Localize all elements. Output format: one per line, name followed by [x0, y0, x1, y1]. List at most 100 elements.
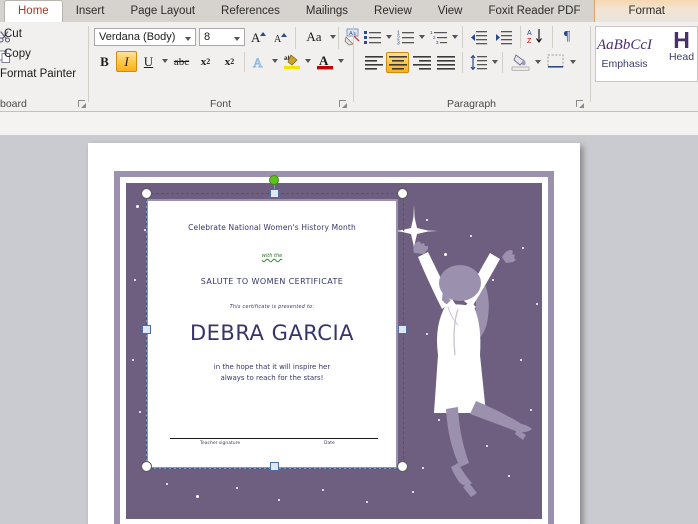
numbering-button[interactable]: 123: [395, 27, 417, 47]
ribbon-group-font: Verdana (Body) 8 A A Aa Aa B I U abc x 2…: [89, 22, 359, 112]
align-center-button[interactable]: [386, 52, 409, 73]
increase-indent-button[interactable]: [493, 27, 515, 47]
align-right-button[interactable]: [410, 52, 433, 73]
style-preview: H: [673, 27, 690, 53]
paragraph-dialog-launcher[interactable]: [576, 100, 585, 109]
tab-format[interactable]: Format: [593, 0, 698, 22]
style-name: Head: [668, 51, 695, 63]
justify-button[interactable]: [434, 52, 457, 73]
bullets-button[interactable]: [362, 27, 384, 47]
tab-home[interactable]: Home: [4, 0, 63, 23]
inline-separator: [462, 26, 463, 48]
superscript-button[interactable]: x2: [218, 51, 241, 72]
resize-handle-top-center[interactable]: [270, 189, 279, 198]
shading-button[interactable]: [509, 51, 532, 73]
chevron-down-icon: [570, 60, 576, 64]
woman-reaching-for-star-illustration: [384, 201, 534, 519]
chevron-down-icon: [338, 59, 344, 63]
subscript-button[interactable]: x2: [194, 51, 217, 72]
inline-separator: [462, 52, 463, 73]
resize-handle-top-left[interactable]: [141, 188, 152, 199]
document-canvas[interactable]: Celebrate National Women's History Month…: [0, 135, 698, 524]
format-painter-button[interactable]: Format Painter: [0, 68, 76, 80]
grow-font-button[interactable]: A: [249, 27, 270, 47]
tab-mailings[interactable]: Mailings: [293, 0, 361, 22]
font-size-combobox[interactable]: 8: [199, 28, 245, 46]
text-effects-button[interactable]: A: [248, 51, 270, 72]
chevron-down-icon: [272, 59, 278, 63]
multilevel-list-button[interactable]: 123: [428, 27, 450, 47]
style-name: Emphasis: [601, 58, 648, 70]
italic-button[interactable]: I: [116, 51, 137, 72]
chevron-down-icon: [234, 37, 240, 41]
cut-button[interactable]: Cut: [4, 28, 22, 40]
svg-text:A: A: [253, 55, 263, 70]
svg-text:3: 3: [397, 40, 400, 45]
selection-bounding-box: [146, 193, 404, 469]
underline-button[interactable]: U: [138, 51, 159, 72]
chevron-down-icon: [492, 60, 498, 64]
clipboard-dialog-launcher[interactable]: [78, 100, 87, 109]
bold-button[interactable]: B: [94, 51, 115, 72]
show-formatting-marks-button[interactable]: ¶: [557, 26, 577, 47]
chevron-down-icon: [386, 35, 392, 39]
ruler: 4 2 2 4 6 8 10 14: [0, 112, 698, 248]
svg-text:A: A: [274, 34, 282, 45]
text-highlight-color-button[interactable]: ab: [281, 50, 303, 72]
strikethrough-button[interactable]: abc: [170, 51, 193, 72]
resize-handle-bottom-left[interactable]: [141, 461, 152, 472]
ribbon: Cut Copy Format Painter board Verdana (B…: [0, 22, 698, 112]
borders-button[interactable]: [544, 51, 567, 73]
change-case-button[interactable]: Aa: [300, 27, 328, 47]
resize-handle-top-right[interactable]: [397, 188, 408, 199]
ribbon-group-paragraph: 123 123 A Z ¶ Paragraph: [354, 22, 589, 112]
style-item-heading[interactable]: H Head: [653, 27, 698, 81]
ribbon-tab-strip: Home Insert Page Layout References Maili…: [0, 0, 698, 23]
font-group-label: Font: [209, 98, 231, 110]
svg-text:3: 3: [436, 40, 439, 45]
shrink-font-button[interactable]: A: [271, 27, 292, 47]
resize-handle-middle-left[interactable]: [142, 325, 151, 334]
font-name-combobox[interactable]: Verdana (Body): [94, 28, 196, 46]
tab-insert[interactable]: Insert: [63, 0, 118, 22]
chevron-down-icon: [185, 37, 191, 41]
document-page[interactable]: Celebrate National Women's History Month…: [88, 143, 580, 524]
align-left-button[interactable]: [362, 52, 385, 73]
ribbon-group-clipboard: Cut Copy Format Painter board: [0, 22, 99, 112]
sort-button[interactable]: A Z: [525, 26, 547, 47]
svg-text:A: A: [251, 30, 261, 45]
font-color-button[interactable]: A: [314, 50, 336, 72]
chevron-down-icon: [162, 59, 168, 63]
tab-references[interactable]: References: [208, 0, 293, 22]
tab-review[interactable]: Review: [361, 0, 425, 22]
line-spacing-button[interactable]: [468, 52, 490, 73]
ribbon-tabs: Home Insert Page Layout References Maili…: [0, 0, 698, 23]
chevron-down-icon: [419, 35, 425, 39]
chevron-down-icon: [535, 60, 541, 64]
rotation-handle[interactable]: [269, 175, 279, 185]
ribbon-group-styles: AaBbCcI Emphasis H Head: [591, 22, 698, 112]
resize-handle-bottom-center[interactable]: [270, 462, 279, 471]
inline-separator: [338, 27, 339, 49]
style-item-emphasis[interactable]: AaBbCcI Emphasis: [596, 27, 653, 81]
style-preview: AaBbCcI: [597, 37, 652, 53]
font-dialog-launcher[interactable]: [339, 100, 348, 109]
inline-separator: [520, 26, 521, 48]
tab-view[interactable]: View: [425, 0, 476, 22]
copy-button[interactable]: Copy: [4, 48, 31, 60]
inline-separator: [244, 52, 245, 72]
svg-text:A: A: [319, 53, 329, 68]
resize-handle-bottom-right[interactable]: [397, 461, 408, 472]
contextual-tab-group: Format: [593, 0, 698, 22]
styles-gallery: AaBbCcI Emphasis H Head: [595, 26, 698, 82]
resize-handle-middle-right[interactable]: [398, 325, 407, 334]
inline-separator: [295, 27, 296, 49]
svg-text:Z: Z: [527, 38, 532, 45]
chevron-down-icon: [330, 35, 336, 39]
decrease-indent-button[interactable]: [468, 27, 490, 47]
tab-foxit-reader-pdf[interactable]: Foxit Reader PDF: [475, 0, 593, 22]
paragraph-group-label: Paragraph: [446, 98, 497, 110]
svg-text:A: A: [527, 30, 532, 37]
chevron-down-icon: [305, 59, 311, 63]
tab-page-layout[interactable]: Page Layout: [117, 0, 208, 22]
